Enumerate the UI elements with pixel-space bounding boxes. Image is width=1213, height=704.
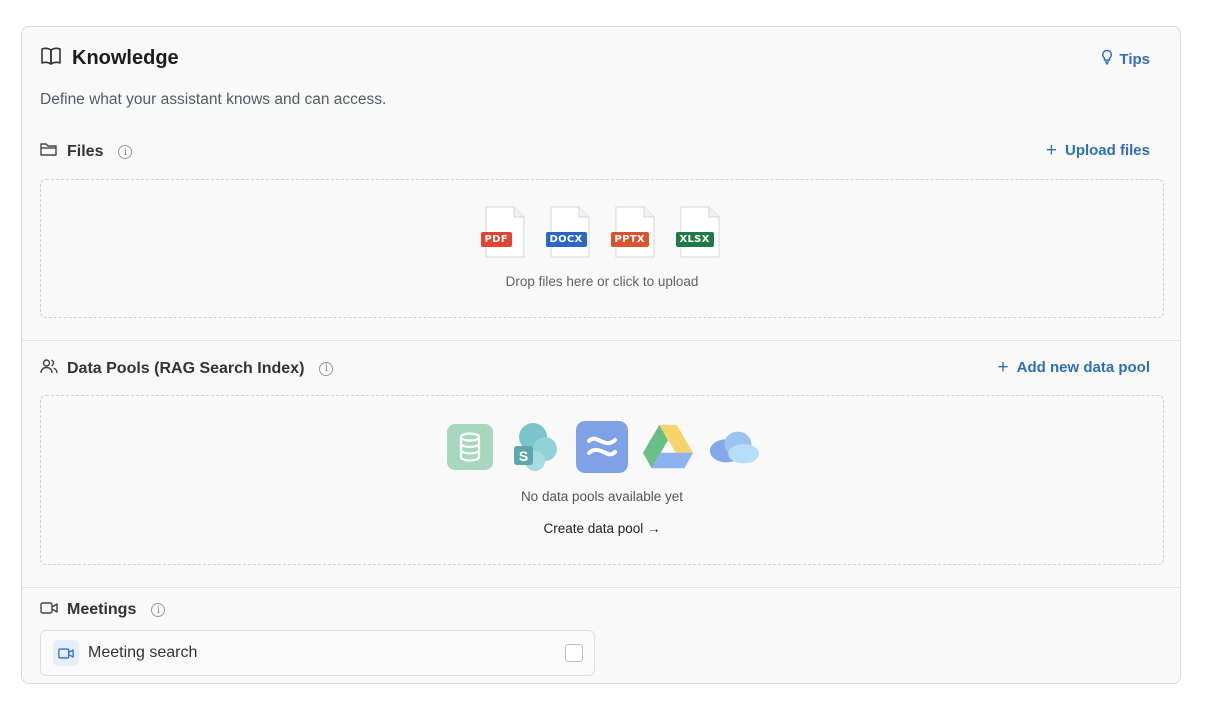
- folder-icon: [40, 142, 58, 162]
- video-camera-icon: [53, 640, 79, 666]
- xlsx-file-icon: XLSX: [675, 206, 720, 258]
- upload-files-label: Upload files: [1064, 142, 1150, 159]
- file-type-icons: PDF DOCX PPTX XLSX: [41, 206, 1163, 258]
- data-source-icons: S: [41, 420, 1163, 474]
- onedrive-icon: [707, 420, 761, 474]
- meetings-section-title: Meetings: [67, 601, 137, 618]
- video-camera-icon: [40, 601, 58, 619]
- plus-icon: +: [997, 357, 1009, 378]
- drop-files-text: Drop files here or click to upload: [505, 274, 699, 289]
- knowledge-header: Knowledge: [40, 46, 179, 71]
- meeting-search-checkbox[interactable]: [565, 644, 583, 662]
- upload-files-button[interactable]: + Upload files: [1046, 141, 1150, 160]
- files-dropzone[interactable]: PDF DOCX PPTX XLSX Drop files here or cl…: [40, 179, 1164, 318]
- tips-label: Tips: [1119, 50, 1150, 68]
- data-pools-info-icon[interactable]: i: [319, 361, 334, 376]
- sharepoint-icon: S: [509, 420, 563, 474]
- page-subtitle: Define what your assistant knows and can…: [40, 91, 387, 108]
- data-pools-area: S No data pools available yet Create dat…: [40, 395, 1164, 565]
- create-data-pool-link[interactable]: Create data pool →: [41, 521, 1163, 536]
- data-pools-section-title: Data Pools (RAG Search Index): [67, 359, 305, 377]
- no-data-pools-text: No data pools available yet: [520, 489, 684, 504]
- meeting-search-option[interactable]: Meeting search: [40, 630, 595, 676]
- docx-file-icon: DOCX: [545, 206, 590, 258]
- pptx-file-icon: PPTX: [610, 206, 655, 258]
- data-pools-section-header: Data Pools (RAG Search Index) i: [40, 358, 334, 379]
- page-title: Knowledge: [72, 47, 179, 69]
- knowledge-card: Knowledge Tips Define what your assistan…: [21, 26, 1181, 684]
- files-section-header: Files i: [40, 142, 133, 162]
- meetings-section-header: Meetings i: [40, 601, 166, 619]
- database-icon: [443, 420, 497, 474]
- add-data-pool-label: Add new data pool: [1016, 359, 1150, 376]
- pdf-badge: PDF: [480, 232, 512, 247]
- section-divider: [22, 340, 1180, 341]
- tips-button[interactable]: Tips: [1101, 49, 1150, 69]
- meetings-info-icon[interactable]: i: [151, 603, 166, 617]
- files-section-title: Files: [67, 143, 104, 160]
- confluence-icon: [575, 420, 629, 474]
- plus-icon: +: [1045, 140, 1057, 161]
- meeting-search-label: Meeting search: [88, 644, 198, 661]
- section-divider: [22, 587, 1180, 588]
- add-data-pool-button[interactable]: + Add new data pool: [998, 358, 1150, 377]
- files-info-icon[interactable]: i: [118, 145, 133, 159]
- pdf-file-icon: PDF: [480, 206, 525, 258]
- xlsx-badge: XLSX: [675, 232, 714, 247]
- lightbulb-icon: [1101, 49, 1113, 69]
- svg-text:S: S: [519, 448, 528, 464]
- docx-badge: DOCX: [545, 232, 587, 247]
- google-drive-icon: [641, 420, 695, 474]
- pptx-badge: PPTX: [610, 232, 649, 247]
- users-icon: [40, 358, 58, 379]
- book-icon: [40, 46, 62, 71]
